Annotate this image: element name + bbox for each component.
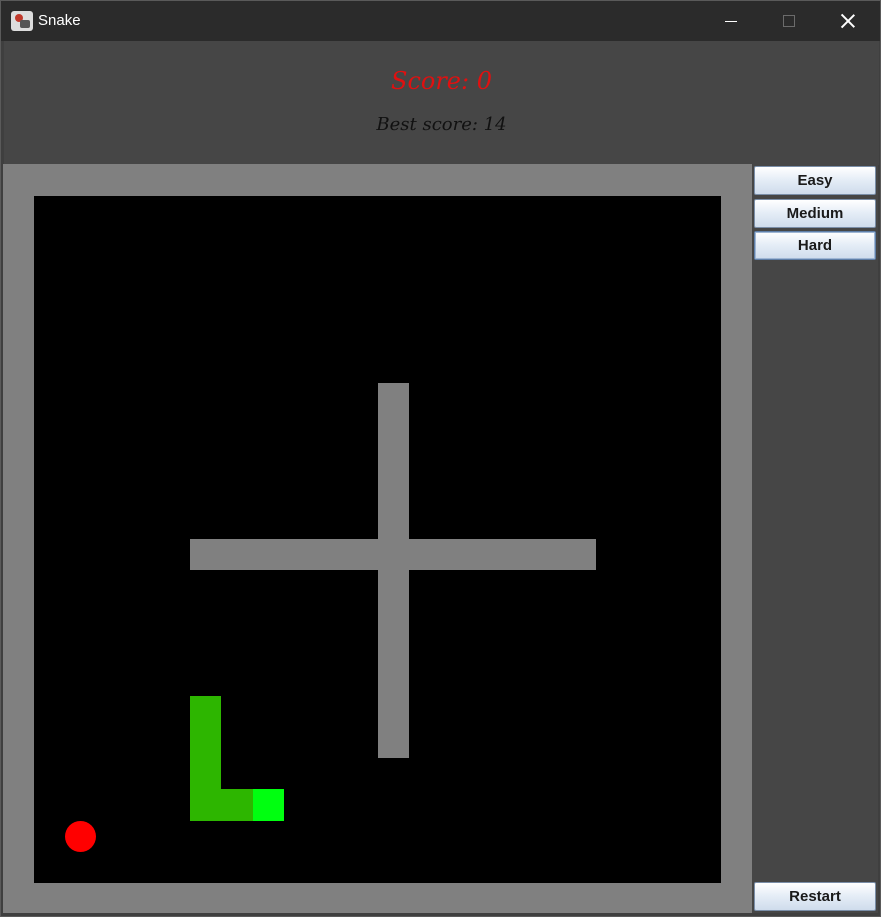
best-score-label: Best score: 14: [376, 114, 507, 135]
maximize-button[interactable]: [760, 1, 818, 41]
restart-button[interactable]: Restart: [754, 882, 876, 911]
hard-button[interactable]: Hard: [754, 231, 876, 260]
food-apple: [65, 821, 96, 852]
close-icon: [841, 14, 855, 28]
wall-horizontal: [190, 539, 596, 570]
close-button[interactable]: [819, 1, 877, 41]
minimize-icon: [725, 20, 737, 22]
snake-body-horizontal: [190, 789, 253, 821]
game-board[interactable]: [34, 196, 721, 883]
medium-button[interactable]: Medium: [754, 199, 876, 228]
side-panel: [752, 164, 878, 913]
score-label: Score: 0: [391, 67, 492, 95]
app-icon: [11, 11, 33, 31]
score-header: Score: 0 Best score: 14: [4, 41, 879, 165]
window-title: Snake: [38, 12, 81, 29]
wall-vertical: [378, 383, 409, 758]
minimize-button[interactable]: [702, 1, 760, 41]
easy-button[interactable]: Easy: [754, 166, 876, 195]
title-bar[interactable]: Snake: [1, 1, 880, 41]
snake-head: [253, 789, 284, 821]
maximize-icon: [783, 15, 795, 27]
